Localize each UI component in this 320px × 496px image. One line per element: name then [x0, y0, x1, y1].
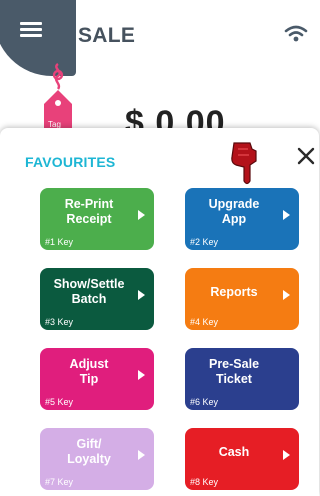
wifi-icon [284, 25, 308, 42]
arrow-right-icon [138, 370, 145, 380]
arrow-right-icon [138, 290, 145, 300]
tile-label: Pre-Sale Ticket [208, 357, 260, 386]
tile-key: #4 Key [190, 317, 219, 327]
tile-key: #7 Key [45, 477, 74, 487]
show-settle-batch-button[interactable]: Show/Settle Batch #3 Key [40, 268, 154, 330]
reprint-receipt-button[interactable]: Re-Print Receipt #1 Key [40, 188, 154, 250]
cash-button[interactable]: Cash #8 Key [185, 428, 299, 490]
gift-loyalty-button[interactable]: Gift/ Loyalty #7 Key [40, 428, 154, 490]
pre-sale-ticket-button[interactable]: Pre-Sale Ticket #6 Key [185, 348, 299, 410]
adjust-tip-button[interactable]: Adjust Tip #5 Key [40, 348, 154, 410]
page-title: SALE [78, 24, 136, 47]
tile-label: Re-Print Receipt [64, 197, 114, 226]
arrow-right-icon [283, 290, 290, 300]
tile-key: #1 Key [45, 237, 74, 247]
arrow-right-icon [283, 210, 290, 220]
price-tag-icon: Tag [36, 62, 80, 137]
tile-key: #6 Key [190, 397, 219, 407]
favourites-title: FAVOURITES [25, 154, 116, 170]
tile-label: Gift/ Loyalty [67, 437, 111, 466]
favourites-panel: FAVOURITES Re-Print Receipt #1 Key Upgra… [0, 128, 319, 496]
pointing-hand-icon [231, 142, 257, 185]
hamburger-menu-icon[interactable] [20, 22, 42, 38]
arrow-right-icon [138, 210, 145, 220]
upgrade-app-button[interactable]: Upgrade App #2 Key [185, 188, 299, 250]
tile-label: Show/Settle Batch [53, 277, 125, 306]
tile-label: Reports [210, 284, 258, 299]
tile-key: #5 Key [45, 397, 74, 407]
tile-label: Adjust Tip [69, 357, 109, 386]
tile-key: #2 Key [190, 237, 219, 247]
tile-key: #8 Key [190, 477, 219, 487]
tile-label: Upgrade App [208, 197, 260, 226]
tile-label: Cash [218, 444, 250, 459]
close-icon[interactable] [296, 146, 316, 166]
reports-button[interactable]: Reports #4 Key [185, 268, 299, 330]
tile-key: #3 Key [45, 317, 74, 327]
arrow-right-icon [283, 450, 290, 460]
arrow-right-icon [138, 450, 145, 460]
